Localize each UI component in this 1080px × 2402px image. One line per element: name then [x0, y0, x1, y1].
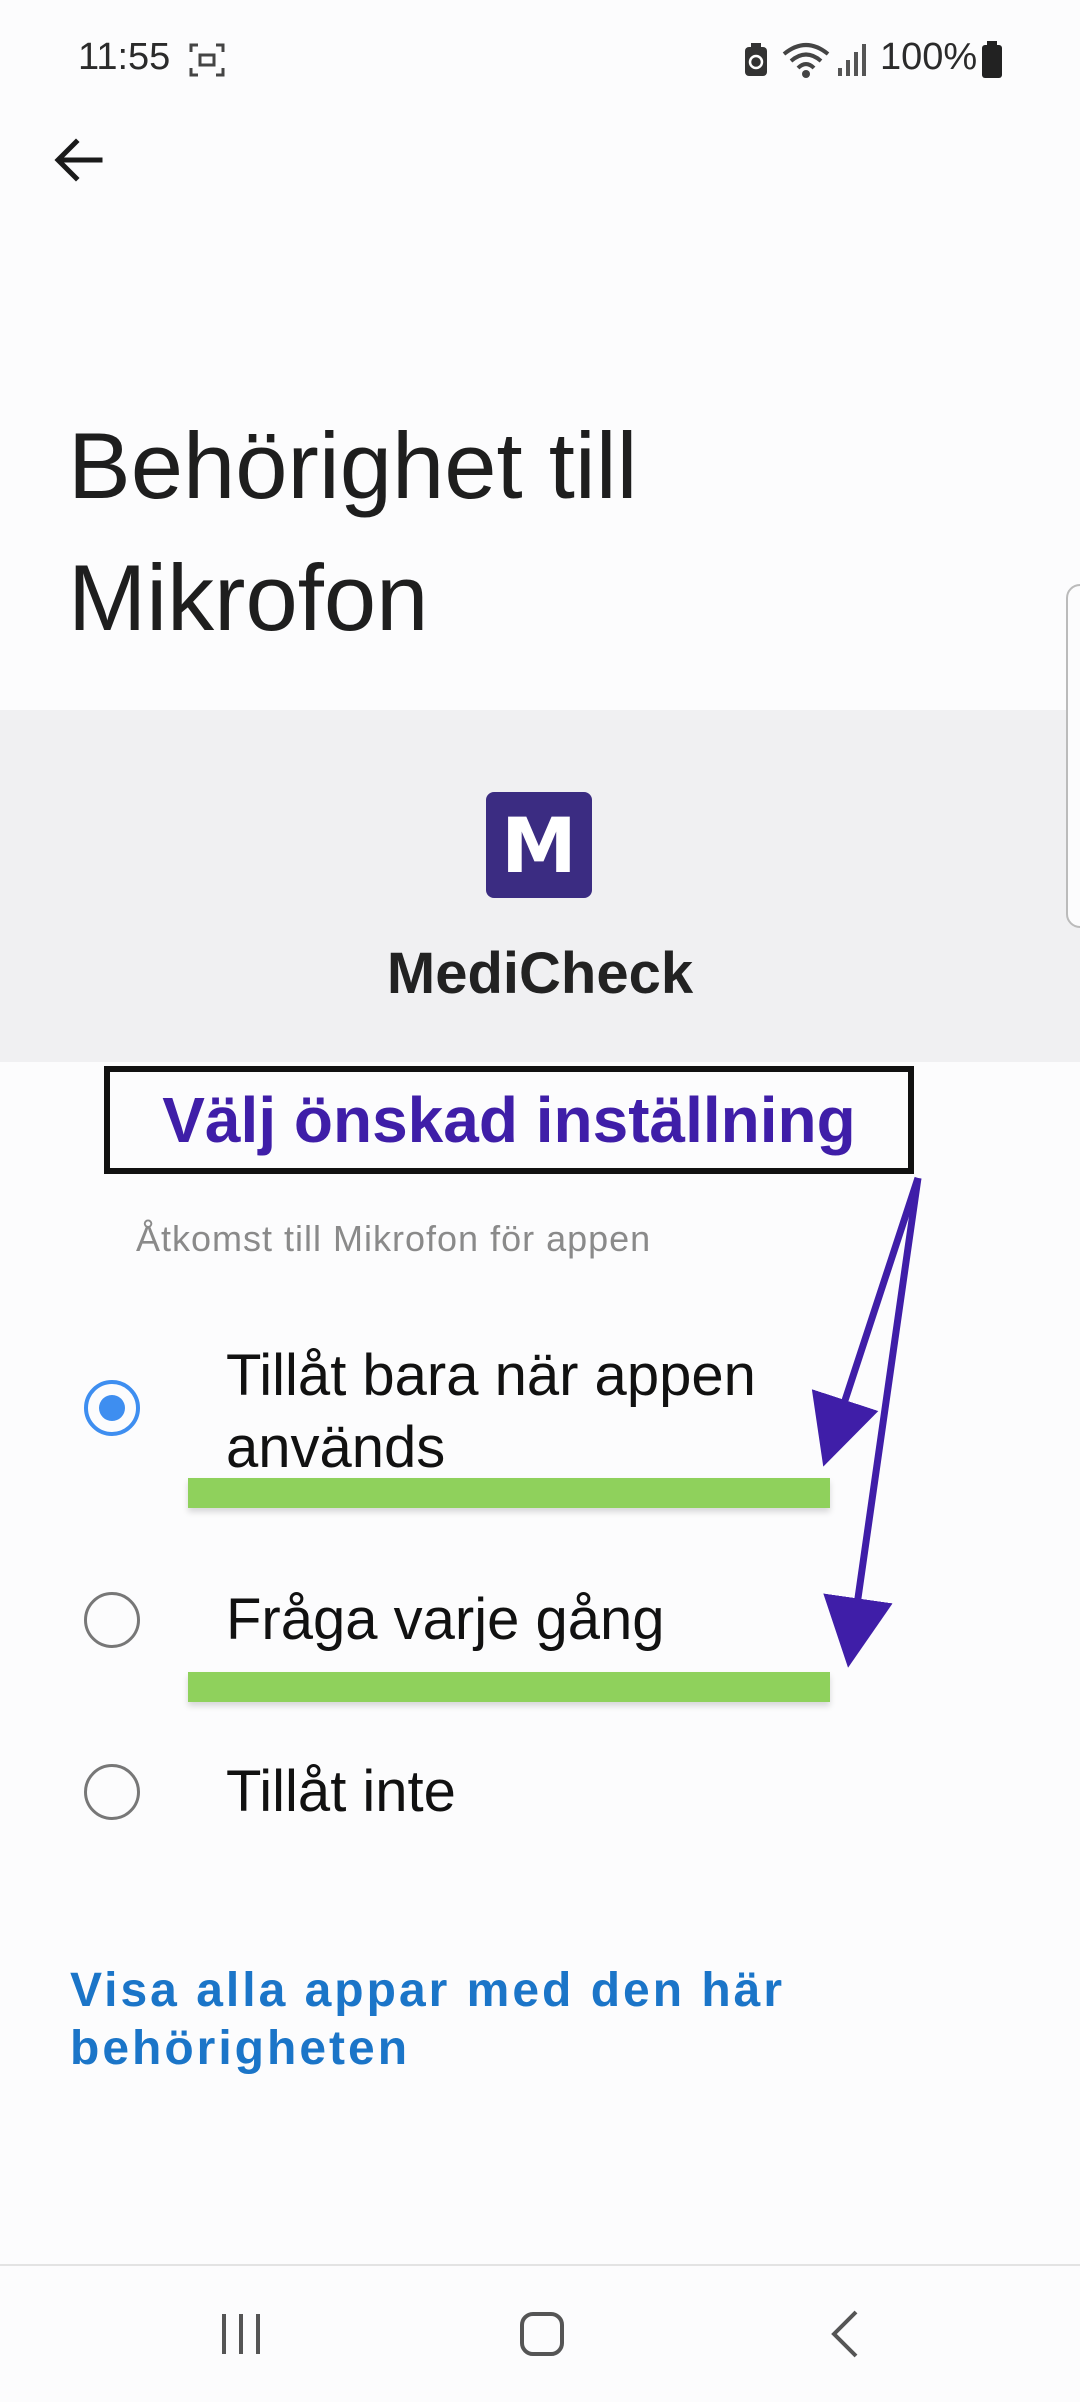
option-label-line1: Tillåt bara när appen — [226, 1343, 756, 1408]
edge-panel-handle[interactable] — [1066, 584, 1080, 928]
battery-saver-icon — [745, 43, 767, 76]
home-icon[interactable] — [518, 2310, 566, 2358]
signal-icon — [838, 44, 866, 76]
app-name: MediCheck — [386, 941, 694, 1006]
page-title: Behörighet till Mikrofon — [68, 413, 638, 650]
option-ask-every-time[interactable]: Fråga varje gång — [60, 1580, 960, 1670]
radio-unselected[interactable] — [84, 1764, 140, 1820]
annotation-box: Välj önskad inställning — [104, 1066, 914, 1174]
battery-icon — [982, 41, 1002, 78]
see-all-apps-link[interactable]: Visa alla appar med den här behörigheten — [70, 1962, 970, 2078]
option-deny[interactable]: Tillåt inte — [60, 1752, 960, 1842]
option-allow-while-using[interactable]: Tillåt bara när appen används — [60, 1340, 960, 1490]
nav-back-icon[interactable] — [826, 2308, 862, 2360]
annotation-text: Välj önskad inställning — [162, 1084, 856, 1156]
recent-apps-icon[interactable] — [216, 2312, 266, 2356]
radio-unselected[interactable] — [84, 1592, 140, 1648]
option-label: Tillåt bara när appen används — [226, 1340, 756, 1484]
option-label: Tillåt inte — [226, 1759, 456, 1824]
battery-percent: 100% — [880, 36, 978, 78]
link-line1: Visa alla appar med den här — [70, 1964, 786, 2017]
status-time: 11:55 — [78, 36, 171, 78]
section-label: Åtkomst till Mikrofon för appen — [136, 1218, 652, 1259]
link-line2: behörigheten — [70, 2022, 411, 2075]
option-label: Fråga varje gång — [226, 1587, 665, 1652]
highlight-underline — [188, 1672, 830, 1702]
app-icon: M — [486, 792, 592, 898]
radio-selected[interactable] — [84, 1380, 140, 1436]
option-label-line2: används — [226, 1415, 446, 1480]
app-icon-letter: M — [501, 800, 577, 890]
screenshot-icon — [189, 43, 225, 77]
wifi-icon — [782, 43, 830, 78]
back-arrow-icon[interactable] — [48, 128, 112, 192]
highlight-underline — [188, 1478, 830, 1508]
